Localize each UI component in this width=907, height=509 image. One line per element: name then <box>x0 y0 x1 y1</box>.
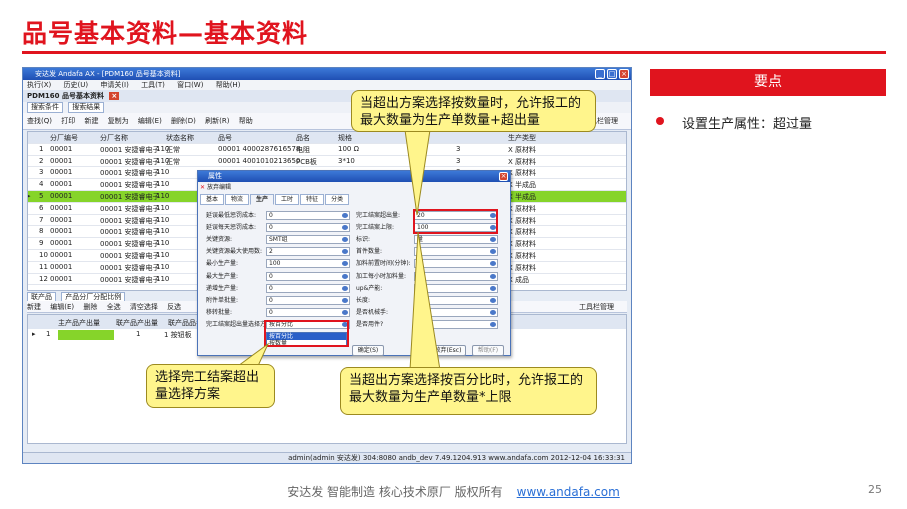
callout-pointers <box>236 129 441 371</box>
callout-percentage: 当超出方案选择按百分比时，允许报工的最大数量为生产单数量*上限 <box>340 367 597 415</box>
callout-pointer-left <box>236 342 270 367</box>
callout-quantity: 当超出方案选择按数量时，允许报工的最大数量为生产单数量+超出量 <box>351 90 596 132</box>
callout-pointer-bottom <box>409 231 441 371</box>
callout-pointer-top <box>404 129 431 216</box>
callout-choose-scheme: 选择完工结案超出量选择方案 <box>146 364 275 408</box>
